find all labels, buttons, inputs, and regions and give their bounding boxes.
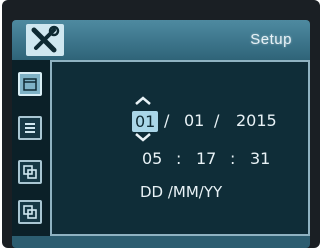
device-bezel: Setup 01 / 01 / 2015 05: 17: 31 DD /MM… <box>2 0 320 248</box>
date-format[interactable]: DD /MM/YY <box>140 183 222 201</box>
month-field[interactable]: 01 <box>184 111 204 130</box>
sidebar <box>12 60 50 236</box>
sidebar-item-date-time[interactable] <box>18 72 42 96</box>
date-separator: / <box>164 111 170 130</box>
sidebar-item-copy-2[interactable] <box>18 200 42 224</box>
date-time-panel: 01 / 01 / 2015 05 : 17 : 31 DD /MM/YY <box>50 60 310 236</box>
minute-field[interactable]: 17 <box>196 149 216 168</box>
year-field[interactable]: 2015 <box>236 111 277 130</box>
time-separator: : <box>230 149 236 168</box>
calendar-icon <box>23 78 37 91</box>
camera-display: Setup 01 / 01 / 2015 05: 17: 31 DD /MM… <box>0 0 325 248</box>
chevron-up-icon[interactable] <box>134 96 152 106</box>
hour-field[interactable]: 05 <box>142 149 162 168</box>
second-field[interactable]: 31 <box>250 149 270 168</box>
chevron-down-icon[interactable] <box>134 132 152 142</box>
title-bar: Setup <box>12 20 310 60</box>
copy-icon <box>23 205 37 219</box>
list-icon <box>25 123 35 133</box>
screen: Setup 01 / 01 / 2015 05: 17: 31 DD /MM… <box>12 20 310 248</box>
sidebar-item-copy-1[interactable] <box>18 160 42 184</box>
tools-icon <box>26 24 64 56</box>
day-field[interactable]: 01 <box>132 111 159 132</box>
page-title: Setup <box>250 31 292 48</box>
copy-icon <box>23 165 37 179</box>
sidebar-item-list[interactable] <box>18 116 42 140</box>
bottom-bar <box>12 236 310 248</box>
date-separator: / <box>214 111 220 130</box>
time-separator: : <box>176 149 182 168</box>
